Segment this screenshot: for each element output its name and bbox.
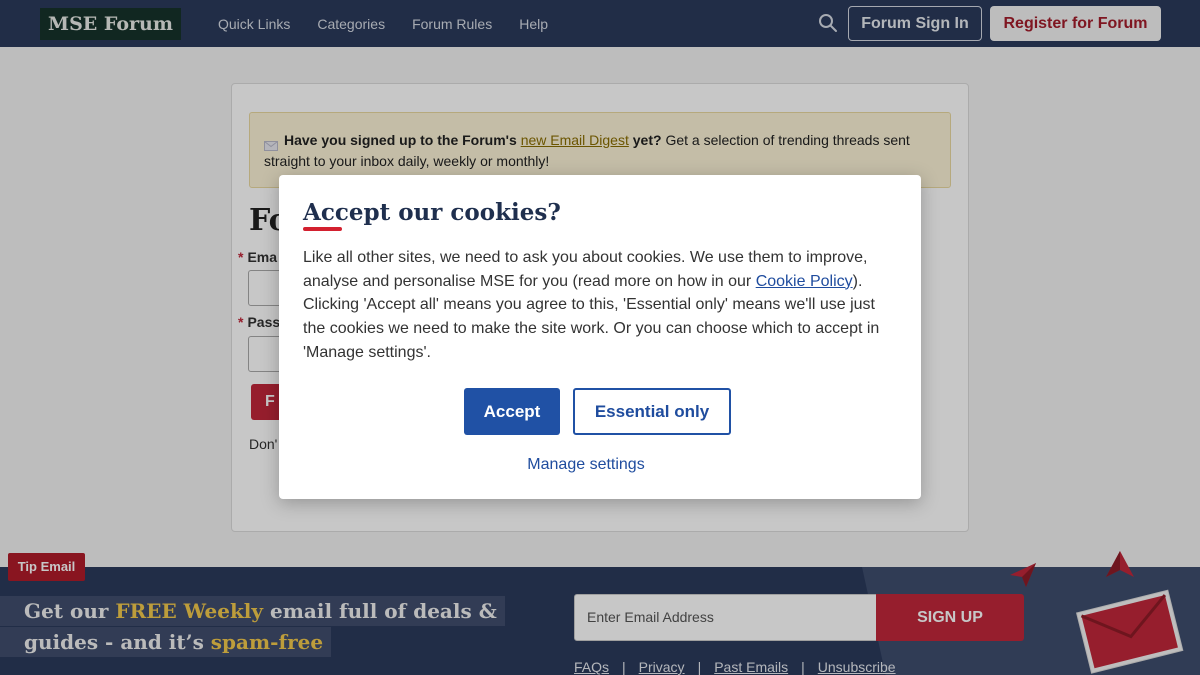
cookie-policy-link[interactable]: Cookie Policy xyxy=(756,273,853,290)
title-underline xyxy=(303,227,342,231)
accept-cookies-button[interactable]: Accept xyxy=(464,388,560,435)
essential-only-button[interactable]: Essential only xyxy=(573,388,731,435)
manage-settings-link[interactable]: Manage settings xyxy=(279,456,893,474)
cookie-dialog-body: Like all other sites, we need to ask you… xyxy=(303,246,901,365)
cookie-dialog-title: Accept our cookies? xyxy=(303,199,561,226)
cookie-consent-dialog: Accept our cookies? Like all other sites… xyxy=(279,175,921,499)
